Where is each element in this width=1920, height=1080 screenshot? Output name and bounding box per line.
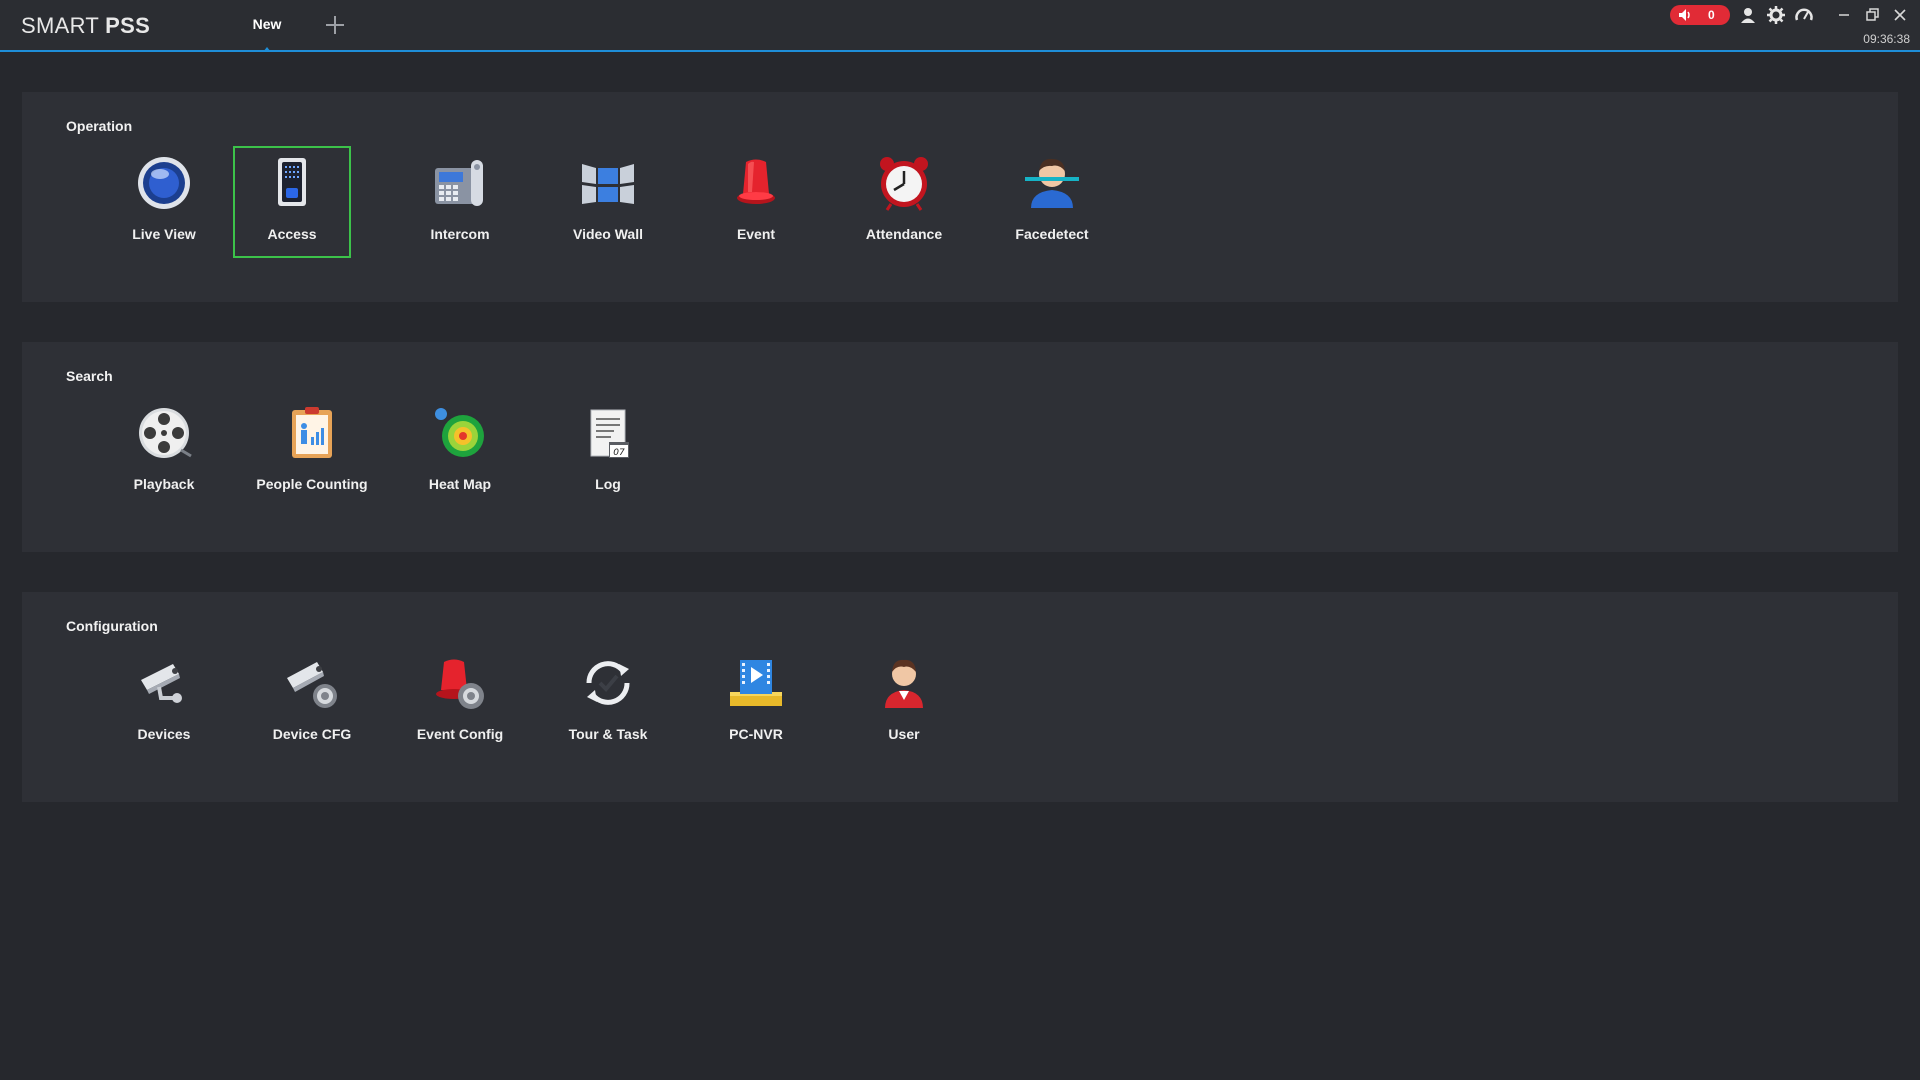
- tile-event-config[interactable]: Event Config: [401, 646, 519, 758]
- user-account-icon[interactable]: [1738, 5, 1758, 25]
- app-window: SMART PSS New 0 09:36:38 Operation Live …: [0, 0, 1920, 1080]
- tile-label: Intercom: [430, 226, 490, 242]
- tile-label: PC-NVR: [729, 726, 783, 742]
- attendance-icon: [880, 157, 928, 211]
- section-title-operation: Operation: [66, 118, 133, 134]
- tile-label: Attendance: [865, 226, 943, 242]
- tile-label: Tour & Task: [568, 726, 648, 742]
- section-title-search: Search: [66, 368, 113, 384]
- tile-people-counting[interactable]: People Counting: [253, 396, 371, 508]
- tab-new-label: New: [252, 16, 282, 32]
- event-icon: [737, 159, 775, 204]
- tour-task-icon: [586, 661, 630, 705]
- tile-label: Playback: [133, 476, 195, 492]
- tab-new[interactable]: New: [232, 0, 302, 52]
- minimize-icon[interactable]: [1834, 5, 1854, 25]
- tile-video-wall[interactable]: Video Wall: [549, 146, 667, 258]
- tile-heat-map[interactable]: Heat Map: [401, 396, 519, 508]
- tile-facedetect[interactable]: Facedetect: [993, 146, 1111, 258]
- title-bar: SMART PSS New 0 09:36:38: [0, 0, 1920, 52]
- tile-devices[interactable]: Devices: [105, 646, 223, 758]
- tile-label: Heat Map: [428, 476, 492, 492]
- intercom-icon: [435, 160, 483, 206]
- alarm-count: 0: [1708, 8, 1715, 22]
- close-icon[interactable]: [1890, 5, 1910, 25]
- tile-label: Event Config: [416, 726, 504, 742]
- tile-log[interactable]: 07 Log: [549, 396, 667, 508]
- app-logo: SMART PSS: [21, 13, 151, 38]
- system-clock: 09:36:38: [1863, 32, 1910, 46]
- tile-label: Devices: [137, 726, 191, 742]
- video-wall-icon: [582, 164, 634, 204]
- pc-nvr-icon: [730, 660, 782, 706]
- tile-label: Access: [267, 226, 317, 242]
- tile-pc-nvr[interactable]: PC-NVR: [697, 646, 815, 758]
- tile-label: Device CFG: [272, 726, 352, 742]
- tile-label: Facedetect: [1015, 226, 1089, 242]
- tile-live-view[interactable]: Live View: [105, 146, 223, 258]
- heat-map-icon: [435, 408, 484, 457]
- section-title-configuration: Configuration: [66, 618, 158, 634]
- access-icon: [278, 158, 306, 206]
- restore-icon[interactable]: [1862, 5, 1882, 25]
- tile-label: User: [888, 726, 920, 742]
- tile-label: Video Wall: [572, 226, 643, 242]
- event-config-icon: [436, 659, 484, 709]
- device-cfg-icon: [287, 662, 337, 708]
- tile-tour-task[interactable]: Tour & Task: [549, 646, 667, 758]
- playback-icon: [139, 408, 192, 458]
- live-view-icon: [138, 157, 190, 209]
- performance-gauge-icon[interactable]: [1794, 5, 1814, 25]
- tile-event[interactable]: Event: [697, 146, 815, 258]
- tile-user[interactable]: User: [845, 646, 963, 758]
- devices-icon: [141, 664, 182, 703]
- tile-intercom[interactable]: Intercom: [401, 146, 519, 258]
- people-counting-icon: [292, 407, 332, 458]
- operation-panel: Operation Live View Access Intercom Vide…: [22, 92, 1898, 302]
- add-tab-button[interactable]: [322, 12, 348, 38]
- active-tab-marker: [263, 47, 271, 52]
- facedetect-icon: [1025, 158, 1079, 208]
- speaker-icon: [1679, 9, 1690, 21]
- tile-device-cfg[interactable]: Device CFG: [253, 646, 371, 758]
- search-panel: Search Playback People Counting Heat Map…: [22, 342, 1898, 552]
- alarm-button[interactable]: 0: [1670, 5, 1730, 25]
- tile-access[interactable]: Access: [233, 146, 351, 258]
- tile-playback[interactable]: Playback: [105, 396, 223, 508]
- tile-attendance[interactable]: Attendance: [845, 146, 963, 258]
- settings-gear-icon[interactable]: [1766, 5, 1786, 25]
- svg-text:07: 07: [613, 448, 625, 458]
- tile-label: People Counting: [256, 476, 368, 492]
- configuration-panel: Configuration Devices Device CFG Event C…: [22, 592, 1898, 802]
- tile-label: Event: [736, 226, 776, 242]
- tile-label: Log: [595, 476, 621, 492]
- user-icon: [885, 659, 923, 708]
- log-icon: 07: [590, 409, 629, 458]
